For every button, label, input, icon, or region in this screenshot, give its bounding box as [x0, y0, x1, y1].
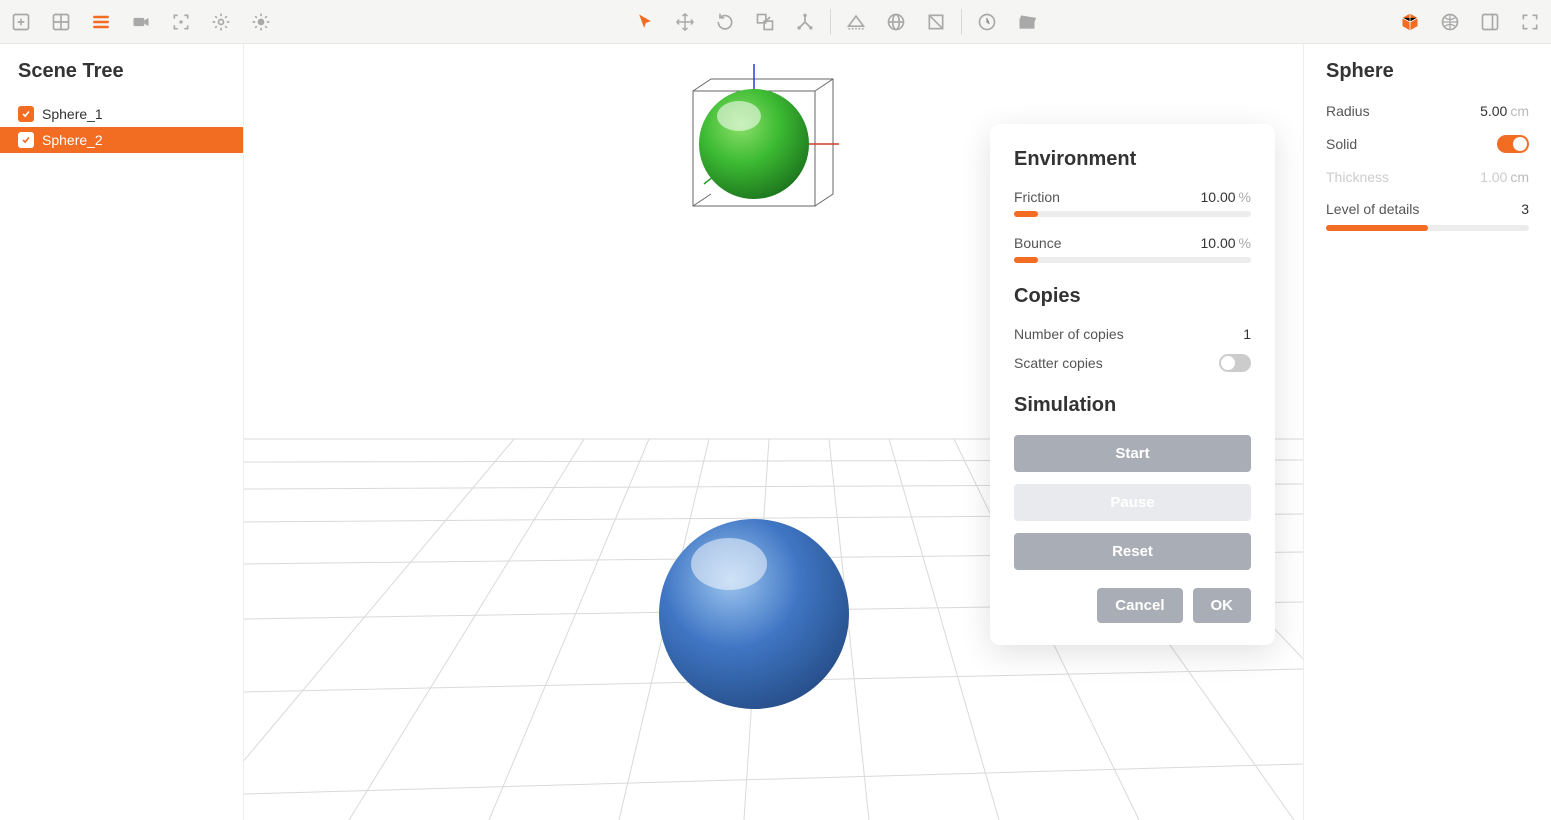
checkbox-icon[interactable]: [18, 106, 34, 122]
plane-icon[interactable]: [925, 11, 947, 33]
friction-slider[interactable]: [1014, 211, 1251, 217]
menu-icon[interactable]: [90, 11, 112, 33]
cancel-button[interactable]: Cancel: [1097, 588, 1182, 623]
tree-item-sphere-2[interactable]: Sphere_2: [0, 127, 243, 153]
add-icon[interactable]: [10, 11, 32, 33]
cube-icon[interactable]: [1399, 11, 1421, 33]
tree-item-sphere-1[interactable]: Sphere_1: [0, 101, 243, 127]
3d-viewport[interactable]: Environment Friction 10.00% Bounce 10.00…: [244, 44, 1303, 820]
camera-icon[interactable]: [130, 11, 152, 33]
scatter-label: Scatter copies: [1014, 355, 1103, 371]
start-button[interactable]: Start: [1014, 435, 1251, 472]
pause-button: Pause: [1014, 484, 1251, 521]
scene-tree-title: Scene Tree: [0, 44, 243, 101]
lod-slider[interactable]: [1326, 225, 1529, 231]
ok-button[interactable]: OK: [1193, 588, 1252, 623]
thickness-value: 1.00: [1480, 169, 1507, 185]
clapper-icon[interactable]: [1016, 11, 1038, 33]
brightness-icon[interactable]: [250, 11, 272, 33]
lod-value[interactable]: 3: [1521, 201, 1529, 217]
globe-icon[interactable]: [885, 11, 907, 33]
friction-label: Friction: [1014, 189, 1060, 205]
thickness-label: Thickness: [1326, 169, 1389, 185]
toolbar: [0, 0, 1551, 44]
panel-icon[interactable]: [1479, 11, 1501, 33]
bounce-slider[interactable]: [1014, 257, 1251, 263]
grid-icon[interactable]: [50, 11, 72, 33]
time-icon[interactable]: [976, 11, 998, 33]
focus-icon[interactable]: [170, 11, 192, 33]
inspector-panel: Sphere Radius 5.00cm Solid Thickness 1.0…: [1303, 44, 1551, 820]
env-title: Environment: [1014, 148, 1251, 171]
rotate-icon[interactable]: [714, 11, 736, 33]
inspector-title: Sphere: [1326, 60, 1529, 83]
snap-icon[interactable]: [845, 11, 867, 33]
scatter-toggle[interactable]: [1219, 354, 1251, 372]
radius-label: Radius: [1326, 103, 1370, 119]
reset-button[interactable]: Reset: [1014, 533, 1251, 570]
pointer-icon[interactable]: [634, 11, 656, 33]
tree-item-label: Sphere_1: [42, 106, 103, 122]
wireframe-icon[interactable]: [1439, 11, 1461, 33]
gear-icon[interactable]: [210, 11, 232, 33]
scale-icon[interactable]: [754, 11, 776, 33]
solid-label: Solid: [1326, 136, 1357, 152]
copies-title: Copies: [1014, 285, 1251, 308]
fullscreen-icon[interactable]: [1519, 11, 1541, 33]
copies-number-value[interactable]: 1: [1243, 326, 1251, 342]
copies-number-label: Number of copies: [1014, 326, 1124, 342]
tree-item-label: Sphere_2: [42, 132, 103, 148]
environment-panel: Environment Friction 10.00% Bounce 10.00…: [990, 124, 1275, 645]
friction-value[interactable]: 10.00: [1201, 189, 1236, 205]
hierarchy-icon[interactable]: [794, 11, 816, 33]
sim-title: Simulation: [1014, 394, 1251, 417]
bounce-label: Bounce: [1014, 235, 1061, 251]
solid-toggle[interactable]: [1497, 135, 1529, 153]
lod-label: Level of details: [1326, 201, 1419, 217]
bounce-value[interactable]: 10.00: [1201, 235, 1236, 251]
scene-tree-panel: Scene Tree Sphere_1 Sphere_2: [0, 44, 244, 820]
move-icon[interactable]: [674, 11, 696, 33]
checkbox-icon[interactable]: [18, 132, 34, 148]
radius-value[interactable]: 5.00: [1480, 103, 1507, 119]
